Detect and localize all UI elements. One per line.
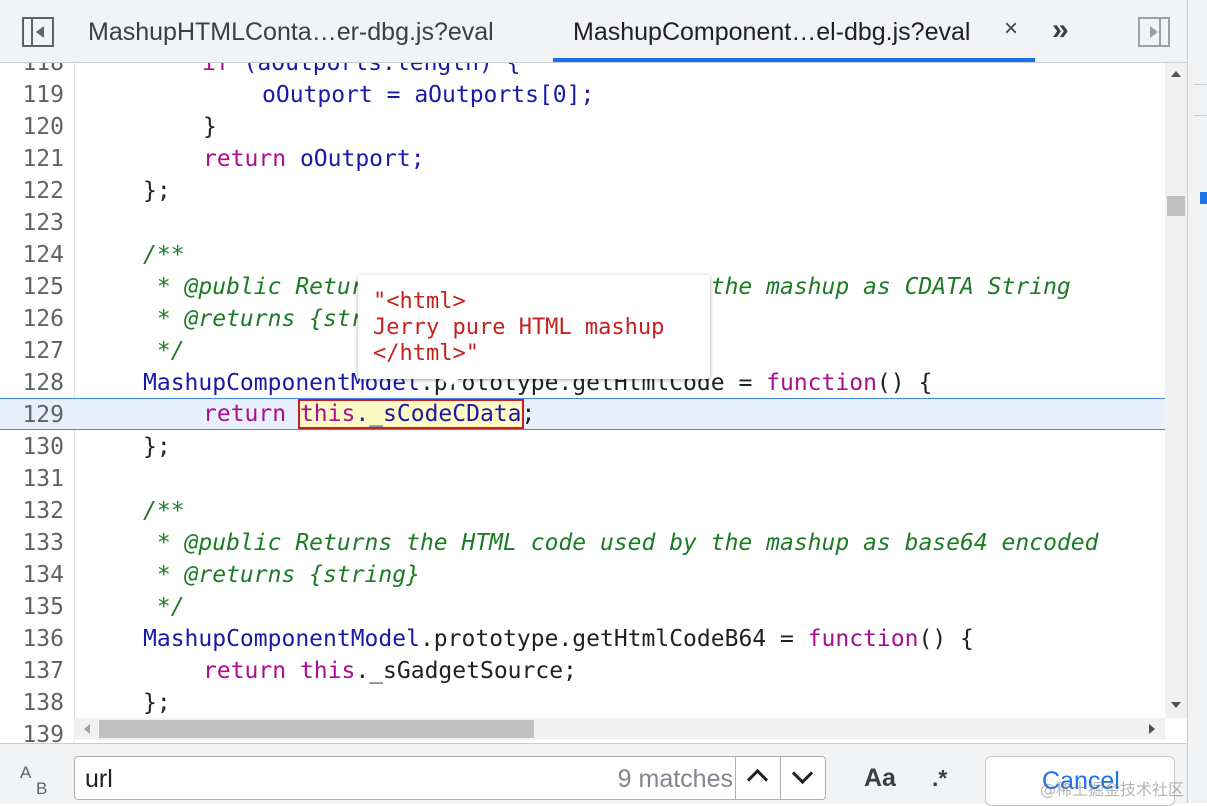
scroll-left-icon[interactable] xyxy=(84,724,90,734)
watermark: @稀土掘金技术社区 xyxy=(1040,780,1185,799)
code-line[interactable]: 136 MashupComponentModel.prototype.getHt… xyxy=(0,623,1165,655)
code-text: MashupComponentModel.prototype.getHtmlCo… xyxy=(143,626,974,652)
line-number[interactable]: 119 xyxy=(0,79,64,111)
code-editor[interactable]: 118 if (aOutports.length) { 119 oOutport… xyxy=(0,63,1187,743)
line-number[interactable]: 121 xyxy=(0,143,64,175)
code-line[interactable]: 118 if (aOutports.length) { xyxy=(0,63,1165,79)
regex-button[interactable]: .* xyxy=(932,756,947,800)
line-number[interactable]: 120 xyxy=(0,111,64,143)
code-line[interactable]: 134 * @returns {string} xyxy=(0,559,1165,591)
scroll-up-icon[interactable] xyxy=(1171,71,1181,77)
code-line[interactable]: 133 * @public Returns the HTML code used… xyxy=(0,527,1165,559)
line-number[interactable]: 126 xyxy=(0,303,64,335)
previous-match-button[interactable] xyxy=(735,757,780,799)
line-number[interactable]: 127 xyxy=(0,335,64,367)
code-comment: /** xyxy=(143,242,185,268)
code-line[interactable]: 135 */ xyxy=(0,591,1165,623)
vertical-scrollbar[interactable] xyxy=(1165,63,1187,718)
code-text: return this._sGadgetSource; xyxy=(203,658,577,684)
match-count: 9 matches xyxy=(617,765,733,793)
chevron-up-icon xyxy=(746,768,769,791)
line-number[interactable]: 137 xyxy=(0,655,64,687)
editor-tab-bar: MashupHTMLConta…er-dbg.js?eval MashupCom… xyxy=(0,0,1187,63)
popover-arrow xyxy=(441,378,459,387)
search-input[interactable]: url 9 matches xyxy=(74,756,826,800)
vertical-scroll-thumb[interactable] xyxy=(1167,196,1185,216)
code-text: return this._sCodeCData; xyxy=(203,399,536,429)
popover-value-line: Jerry pure HTML mashup xyxy=(373,315,665,340)
search-query[interactable]: url xyxy=(85,757,113,801)
hover-value-popover: "<html> Jerry pure HTML mashup </html>" xyxy=(358,275,710,379)
line-number[interactable]: 130 xyxy=(0,431,64,463)
code-line[interactable]: 138 }; xyxy=(0,687,1165,719)
popover-value-line: </html>" xyxy=(373,341,479,366)
code-line[interactable]: 130 }; xyxy=(0,431,1165,463)
code-comment: * @returns {string} xyxy=(143,562,420,588)
code-line[interactable]: 123 xyxy=(0,207,1165,239)
search-bar: AB url 9 matches Aa .* Cancel xyxy=(0,743,1187,806)
scroll-down-icon[interactable] xyxy=(1171,702,1181,708)
horizontal-scroll-thumb[interactable] xyxy=(99,720,534,738)
line-number[interactable]: 129 xyxy=(0,399,64,431)
line-number[interactable]: 128 xyxy=(0,367,64,399)
scroll-right-icon[interactable] xyxy=(1149,724,1155,734)
line-number[interactable]: 125 xyxy=(0,271,64,303)
tab-mashup-html-container[interactable]: MashupHTMLConta…er-dbg.js?eval xyxy=(88,0,494,62)
code-text: }; xyxy=(143,178,171,204)
more-tabs-icon[interactable]: » xyxy=(1052,13,1069,47)
debugger-sidebar-edge[interactable] xyxy=(1187,0,1207,803)
code-text: return oOutport; xyxy=(203,146,425,172)
code-line[interactable]: 132 /** xyxy=(0,495,1165,527)
horizontal-scrollbar[interactable] xyxy=(74,718,1165,740)
sidebar-divider xyxy=(1194,84,1207,116)
line-number[interactable]: 131 xyxy=(0,463,64,495)
hovered-expression[interactable]: this._sCodeCData xyxy=(297,399,524,429)
code-text: }; xyxy=(143,690,171,716)
sidebar-marker xyxy=(1200,192,1207,204)
code-line[interactable]: 121 return oOutport; xyxy=(0,143,1165,175)
execution-line-highlight[interactable]: 129 return this._sCodeCData; xyxy=(0,398,1165,430)
next-match-button[interactable] xyxy=(780,757,825,799)
code-line[interactable]: 120 } xyxy=(0,111,1165,143)
close-tab-icon[interactable]: × xyxy=(1004,14,1018,44)
line-number[interactable]: 118 xyxy=(0,63,64,79)
code-comment: * @public Returns the HTML code used by … xyxy=(143,530,1099,556)
tab-mashup-component-model[interactable]: MashupComponent…el-dbg.js?eval xyxy=(573,0,970,62)
line-number[interactable]: 138 xyxy=(0,687,64,719)
line-number[interactable]: 123 xyxy=(0,207,64,239)
line-number[interactable]: 134 xyxy=(0,559,64,591)
code-comment: */ xyxy=(143,338,185,364)
line-number[interactable]: 135 xyxy=(0,591,64,623)
code-comment: */ xyxy=(143,594,185,620)
code-line[interactable]: 137 return this._sGadgetSource; xyxy=(0,655,1165,687)
code-text: oOutport = aOutports[0]; xyxy=(262,82,595,108)
code-text: } xyxy=(203,114,217,140)
line-number[interactable]: 122 xyxy=(0,175,64,207)
active-tab-indicator xyxy=(553,58,1035,62)
match-case-button[interactable]: Aa xyxy=(864,756,896,800)
code-comment: /** xyxy=(143,498,185,524)
line-number[interactable]: 139 xyxy=(0,719,64,743)
code-line[interactable]: 119 oOutport = aOutports[0]; xyxy=(0,79,1165,111)
line-number[interactable]: 136 xyxy=(0,623,64,655)
toggle-navigator-icon[interactable] xyxy=(22,17,54,47)
code-line[interactable]: 131 xyxy=(0,463,1165,495)
code-text: }; xyxy=(143,434,171,460)
line-number[interactable]: 132 xyxy=(0,495,64,527)
code-line[interactable]: 124 /** xyxy=(0,239,1165,271)
chevron-down-icon xyxy=(791,762,814,785)
code-line[interactable]: 122 }; xyxy=(0,175,1165,207)
line-number[interactable]: 133 xyxy=(0,527,64,559)
popover-value-line: "<html> xyxy=(373,289,466,314)
code-text: if (aOutports.length) { xyxy=(202,63,521,76)
line-number[interactable]: 124 xyxy=(0,239,64,271)
toggle-debugger-icon[interactable] xyxy=(1138,17,1170,47)
